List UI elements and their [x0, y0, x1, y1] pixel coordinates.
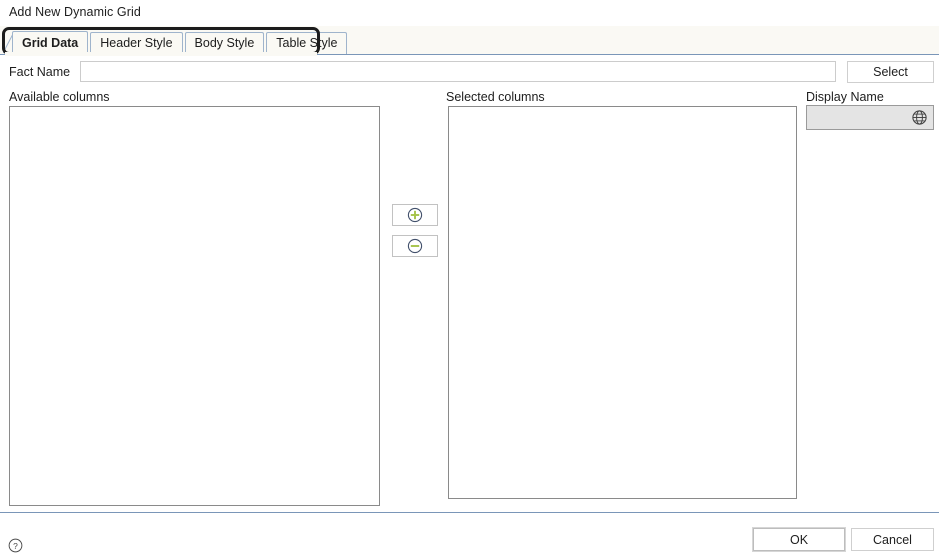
fact-name-label: Fact Name	[9, 65, 71, 79]
tab-header-style-label: Header Style	[100, 36, 173, 50]
display-name-field[interactable]	[806, 105, 934, 130]
tab-grid-data-label: Grid Data	[22, 36, 79, 50]
available-columns-listbox[interactable]	[9, 106, 380, 506]
tab-strip: Grid Data Header Style Body Style Table …	[0, 26, 939, 55]
tab-grid-data[interactable]: Grid Data	[12, 31, 89, 55]
selected-columns-label: Selected columns	[446, 90, 545, 104]
tab-body-style[interactable]: Body Style	[184, 32, 265, 54]
globe-icon[interactable]	[911, 109, 928, 126]
question-mark-circle-icon[interactable]: ?	[8, 538, 23, 553]
tab-body-style-label: Body Style	[194, 36, 255, 50]
cancel-button[interactable]: Cancel	[851, 528, 934, 551]
select-button[interactable]: Select	[847, 61, 934, 83]
fact-name-input[interactable]	[80, 61, 836, 82]
display-name-label: Display Name	[806, 90, 884, 104]
tab-table-style-label: Table Style	[276, 36, 338, 50]
tab-header-style[interactable]: Header Style	[90, 32, 183, 54]
tab-table-style[interactable]: Table Style	[266, 32, 348, 54]
remove-column-button[interactable]	[392, 235, 438, 257]
footer-separator	[0, 512, 939, 513]
minus-circle-icon	[407, 238, 423, 254]
plus-circle-icon	[407, 207, 423, 223]
add-column-button[interactable]	[392, 204, 438, 226]
tab-list: Grid Data Header Style Body Style Table …	[12, 26, 349, 55]
ok-button[interactable]: OK	[753, 528, 845, 551]
svg-text:?: ?	[13, 541, 18, 551]
available-columns-label: Available columns	[9, 90, 110, 104]
dialog-title: Add New Dynamic Grid	[9, 5, 141, 19]
selected-columns-listbox[interactable]	[448, 106, 797, 499]
